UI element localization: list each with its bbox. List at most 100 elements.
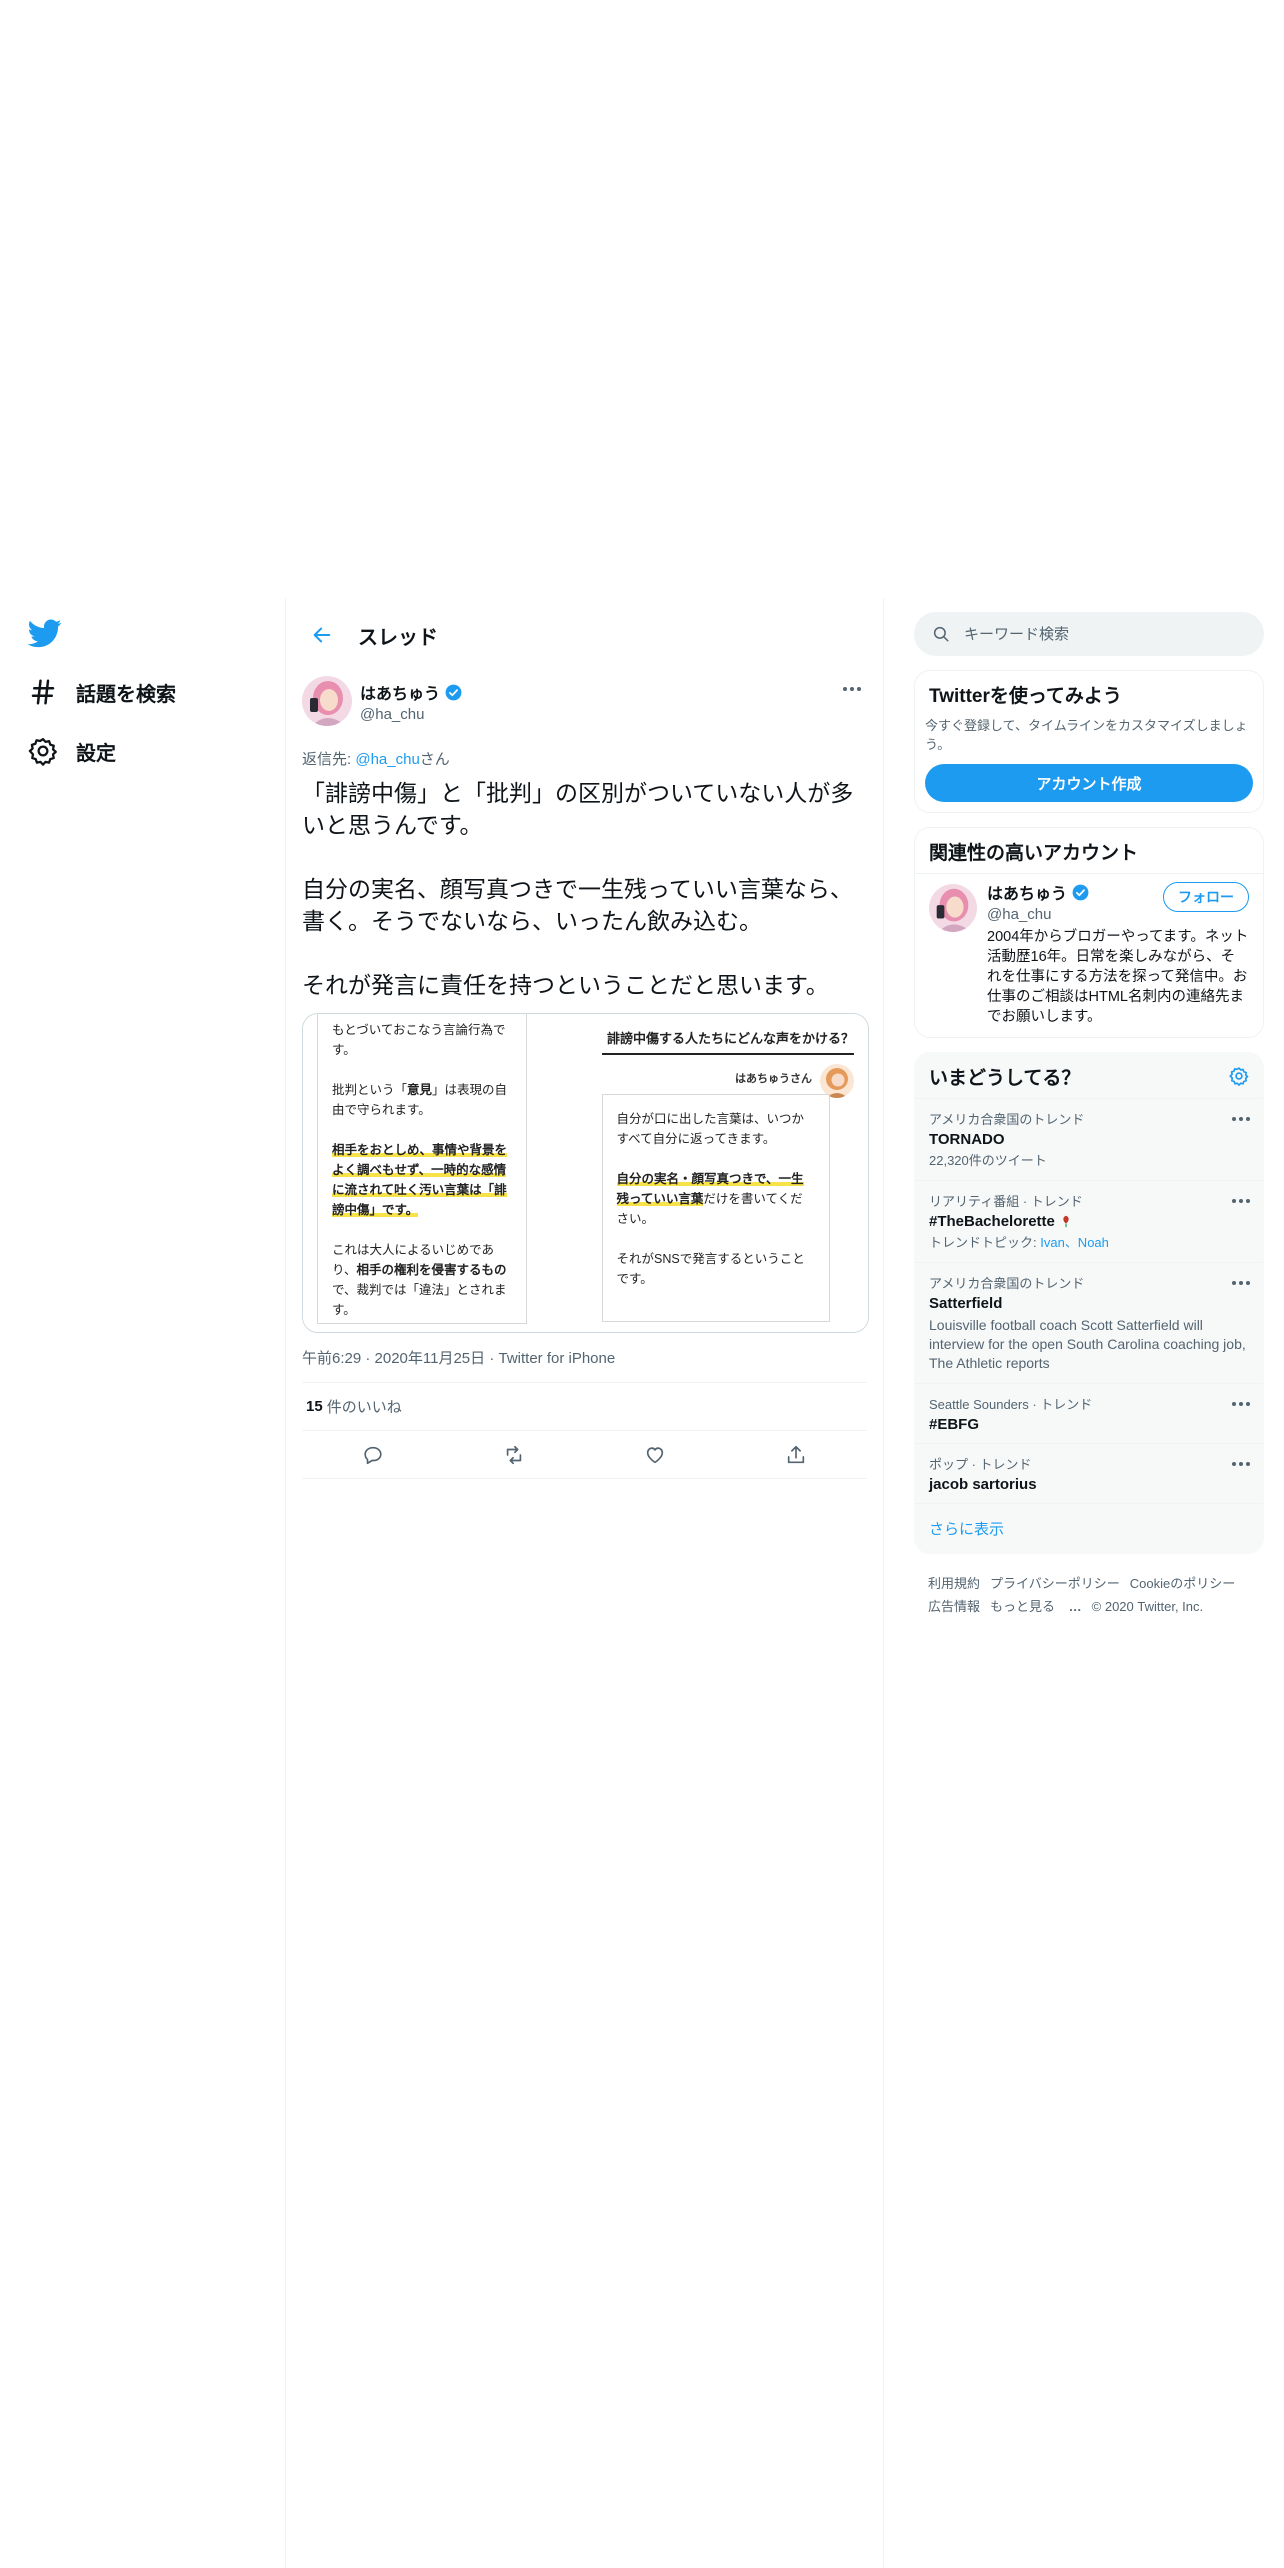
media-left-p4: これは大人によるいじめであり、相手の権利を侵害するもので、裁判では「違法」とされ… — [332, 1243, 507, 1317]
likes-count[interactable]: 15 件のいいね — [302, 1383, 867, 1431]
search-bar[interactable] — [914, 612, 1264, 656]
signup-title: Twitterを使ってみよう — [929, 686, 1122, 707]
related-bio: 2004年からブロガーやってます。ネット活動歴16年。日常を楽しみながら、それを… — [987, 929, 1249, 1025]
media-left-p1: もとづいておこなう言論行為です。 — [332, 1023, 506, 1057]
hashtag-icon — [31, 679, 55, 705]
trend-topics: トレンドトピック: Ivan、Noah — [929, 1235, 1109, 1250]
avatar[interactable] — [929, 884, 977, 932]
heart-icon — [646, 1446, 664, 1463]
trends-panel: いまどうしてる？ アメリカ合衆国のトレンド TORNADO 22,320件のツイ… — [914, 1052, 1264, 1554]
trend-context: アメリカ合衆国のトレンド — [929, 1276, 1085, 1291]
media-right-p2: 自分の実名・顔写真つきで、一生残っていい言葉だけを書いてください。 — [616, 1172, 804, 1226]
avatar — [820, 1064, 854, 1098]
footer-privacy-link[interactable]: プライバシーポリシー — [990, 1576, 1120, 1591]
reply-button[interactable] — [355, 1437, 391, 1473]
footer-cookie-link[interactable]: Cookieのポリシー — [1130, 1576, 1235, 1591]
tweet-actions — [302, 1431, 867, 1479]
related-accounts-panel: 関連性の高いアカウント はあちゅう @ha_chu 2004年からブロガーやって… — [914, 827, 1264, 1038]
related-account[interactable]: はあちゅう @ha_chu 2004年からブロガーやってます。ネット活動歴16年… — [915, 873, 1263, 1037]
retweet-button[interactable] — [496, 1437, 532, 1473]
twitter-bird-icon[interactable] — [27, 616, 62, 650]
more-options-icon[interactable] — [1230, 1111, 1251, 1127]
footer-copyright: © 2020 Twitter, Inc. — [1091, 1599, 1204, 1614]
reply-icon — [364, 1446, 382, 1464]
more-options-icon[interactable] — [837, 678, 867, 700]
media-right-p1: 自分が口に出した言葉は、いつかすべて自分に返ってきます。 — [616, 1112, 805, 1146]
media-right-title: 誹謗中傷する人たちにどんな声をかける？ — [601, 1028, 854, 1055]
verified-badge-icon — [1072, 884, 1089, 900]
trend-context: アメリカ合衆国のトレンド — [929, 1112, 1085, 1127]
share-button[interactable] — [778, 1437, 814, 1473]
nav-settings[interactable]: 設定 — [28, 729, 116, 773]
trend-context: Seattle Sounders · トレンド — [929, 1397, 1093, 1412]
rose-emoji-icon — [1063, 1215, 1069, 1228]
column-divider-right — [883, 598, 884, 2568]
trend-count: 22,320件のツイート — [929, 1153, 1047, 1168]
more-options-icon[interactable] — [1230, 1396, 1251, 1412]
nav-explore[interactable]: 話題を検索 — [28, 670, 176, 714]
avatar[interactable] — [302, 676, 352, 726]
signup-button[interactable]: アカウント作成 — [925, 764, 1253, 802]
tweet-author[interactable]: はあちゅう @ha_chu — [302, 672, 867, 732]
footer-ads-link[interactable]: 広告情報 — [928, 1599, 980, 1614]
trend-name: Satterfield — [929, 1295, 1003, 1312]
trend-item[interactable]: Seattle Sounders · トレンド #EBFG — [915, 1383, 1263, 1443]
footer-terms-link[interactable]: 利用規約 — [928, 1576, 980, 1591]
trends-settings-gear-icon[interactable] — [1221, 1058, 1257, 1094]
search-icon — [933, 626, 949, 642]
trends-title: いまどうしてる？ — [929, 1068, 1081, 1089]
more-options-icon[interactable] — [1230, 1456, 1251, 1472]
trend-item[interactable]: リアリティ番組 · トレンド #TheBachelorette トレンドトピック… — [915, 1180, 1263, 1262]
related-title: 関連性の高いアカウント — [929, 843, 1139, 864]
trend-name: #EBFG — [929, 1416, 980, 1433]
trend-context: ポップ · トレンド — [929, 1457, 1032, 1472]
sidebar-right: Twitterを使ってみよう 今すぐ登録して、タイムラインをカスタマイズしましょ… — [914, 612, 1264, 1636]
related-name: はあちゅう — [987, 886, 1068, 903]
footer-more-link[interactable]: もっと見る … — [990, 1599, 1082, 1614]
author-handle: @ha_chu — [360, 706, 425, 723]
media-right-p3: それがSNSで発言するということです。 — [616, 1252, 805, 1286]
reply-prefix: 返信先: — [302, 751, 356, 768]
author-name: はあちゅう — [360, 686, 441, 703]
reply-handle-link[interactable]: @ha_chu — [355, 751, 419, 768]
media-image-right[interactable]: 誹謗中傷する人たちにどんな声をかける？ はあちゅうさん 自分が口に出した言葉は、… — [585, 1014, 868, 1332]
verified-badge-icon — [445, 684, 462, 700]
media-card-right: 自分が口に出した言葉は、いつかすべて自分に返ってきます。 自分の実名・顔写真つき… — [601, 1094, 830, 1322]
reply-to: 返信先: @ha_chuさん — [302, 748, 867, 769]
share-icon — [788, 1445, 805, 1463]
nav-settings-label: 設定 — [76, 742, 116, 765]
trend-name: #TheBachelorette — [929, 1213, 1249, 1230]
thread-header: スレッド — [286, 598, 883, 672]
main-column: スレッド はあちゅう @ha_chu 返信先: @ha_chuさん 「誹謗中傷」… — [286, 598, 883, 1479]
trend-name: jacob sartorius — [929, 1476, 1037, 1493]
retweet-icon — [506, 1445, 522, 1464]
reply-suffix: さん — [419, 751, 450, 768]
nav-explore-label: 話題を検索 — [76, 683, 176, 706]
trend-item[interactable]: アメリカ合衆国のトレンド TORNADO 22,320件のツイート — [915, 1098, 1263, 1180]
signup-desc: 今すぐ登録して、タイムラインをカスタマイズしましょう。 — [925, 718, 1248, 752]
back-arrow-icon[interactable] — [302, 615, 342, 655]
search-input[interactable] — [964, 625, 1224, 643]
show-more-link[interactable]: さらに表示 — [915, 1503, 1263, 1553]
footer: 利用規約 プライバシーポリシー Cookieのポリシー 広告情報 もっと見る … © 2… — [914, 1554, 1264, 1636]
signup-panel: Twitterを使ってみよう 今すぐ登録して、タイムラインをカスタマイズしましょ… — [914, 670, 1264, 813]
trend-context: リアリティ番組 · トレンド — [929, 1194, 1083, 1209]
trend-item[interactable]: アメリカ合衆国のトレンド Satterfield Louisville foot… — [915, 1262, 1263, 1383]
media-left-p3: 相手をおとしめ、事情や背景をよく調べもせず、一時的な感情に流されて吐く汚い言葉は… — [332, 1143, 508, 1217]
trend-item[interactable]: ポップ · トレンド jacob sartorius — [915, 1443, 1263, 1503]
tweet-timestamp[interactable]: 午前6:29 · 2020年11月25日 · Twitter for iPhon… — [302, 1347, 867, 1383]
trend-name: TORNADO — [929, 1131, 1005, 1148]
media-left-p2: 批判という「意見」は表現の自由で守られます。 — [332, 1083, 508, 1117]
more-options-icon[interactable] — [1230, 1275, 1251, 1291]
media-card-left: もとづいておこなう言論行為です。 批判という「意見」は表現の自由で守られます。 … — [317, 1014, 527, 1324]
tweet: はあちゅう @ha_chu 返信先: @ha_chuさん 「誹謗中傷」と「批判」… — [286, 672, 883, 1479]
tweet-media[interactable]: もとづいておこなう言論行為です。 批判という「意見」は表現の自由で守られます。 … — [302, 1013, 869, 1333]
trend-description: Louisville football coach Scott Satterfi… — [929, 1317, 1246, 1371]
more-options-icon[interactable] — [1230, 1193, 1251, 1209]
tweet-text: 「誹謗中傷」と「批判」の区別がついていない人が多いと思うんです。 自分の実名、顔… — [302, 780, 854, 998]
like-button[interactable] — [637, 1437, 673, 1473]
trend-topic-links[interactable]: Ivan、Noah — [1040, 1235, 1109, 1250]
media-image-left[interactable]: もとづいておこなう言論行為です。 批判という「意見」は表現の自由で守られます。 … — [303, 1014, 586, 1332]
thread-title: スレッド — [358, 626, 438, 649]
follow-button[interactable]: フォロー — [1163, 882, 1249, 912]
